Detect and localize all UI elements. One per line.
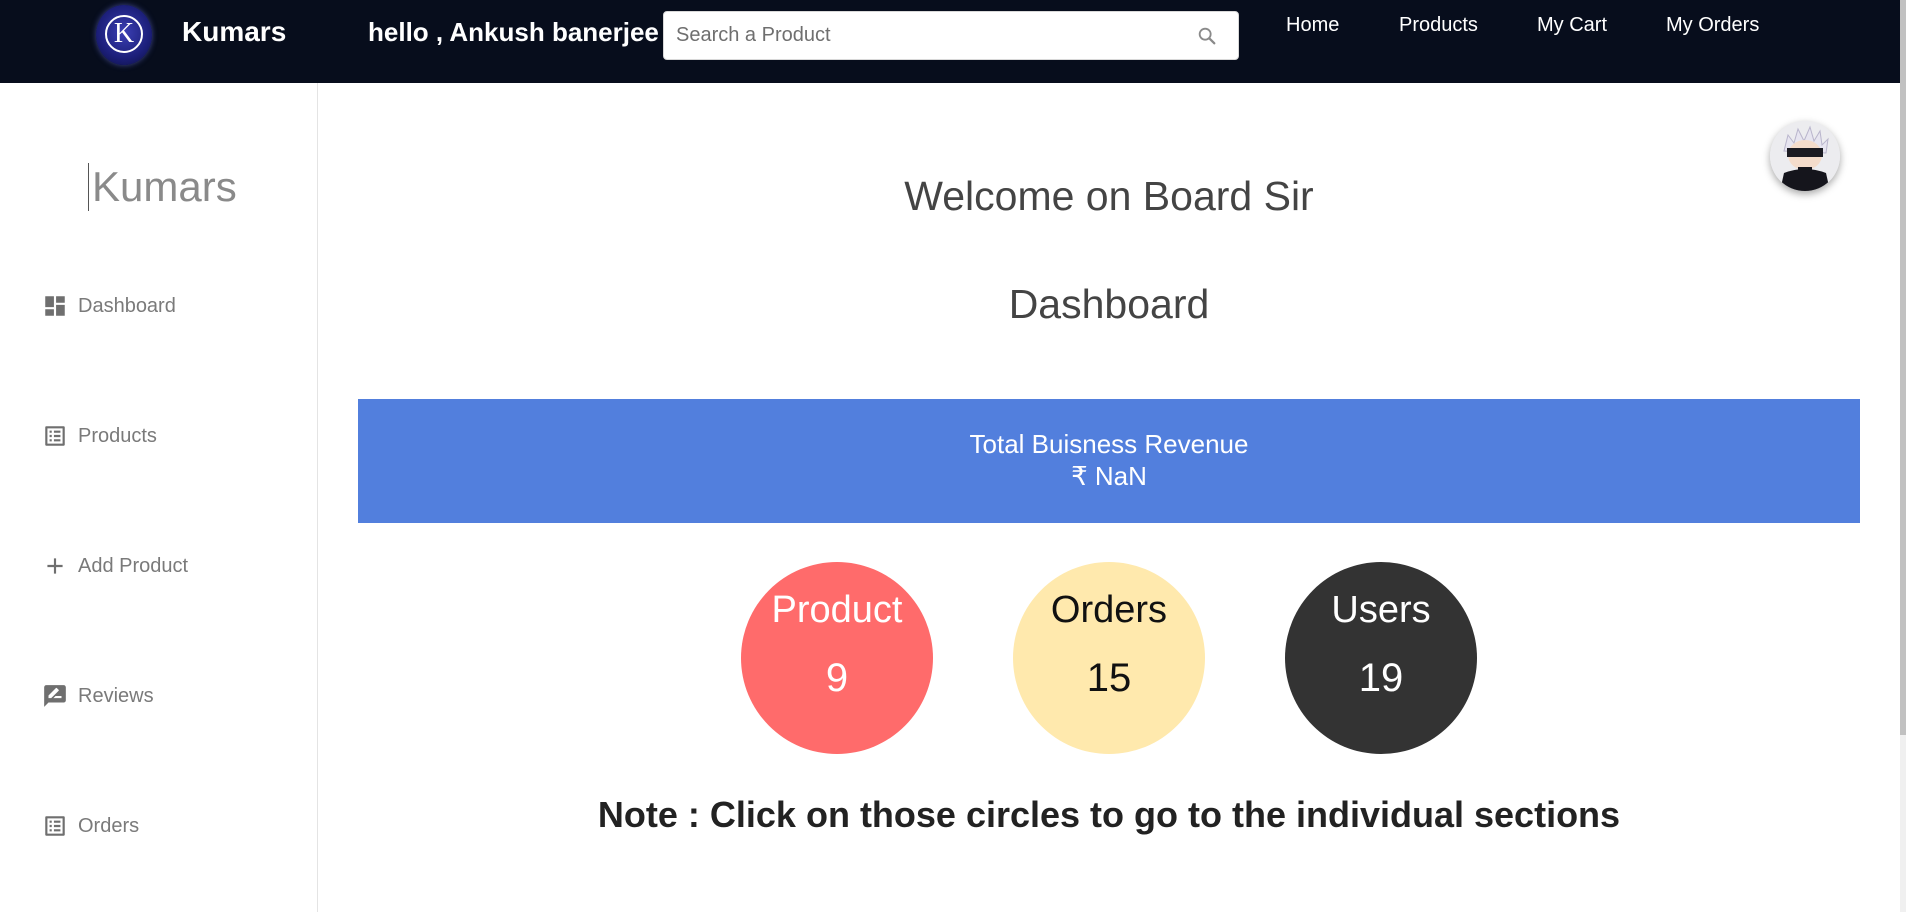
- sidebar-item-label: Dashboard: [78, 294, 176, 317]
- main-content: Welcome on Board Sir Dashboard Total Bui…: [318, 83, 1900, 912]
- stat-count: 19: [1358, 656, 1404, 700]
- stat-title: Orders: [1050, 589, 1168, 631]
- search-icon[interactable]: [1196, 25, 1218, 47]
- revenue-banner: Total Buisness Revenue ₹ NaN: [358, 399, 1860, 523]
- revenue-label: Total Buisness Revenue: [969, 429, 1249, 459]
- scrollbar-thumb[interactable]: [1900, 0, 1906, 735]
- top-navbar: K Kumars hello , Ankush banerjee Home Pr…: [0, 0, 1900, 83]
- sidebar-item-orders[interactable]: Orders: [42, 811, 139, 841]
- nav-home-link[interactable]: Home: [1286, 12, 1339, 38]
- sidebar-item-dashboard[interactable]: Dashboard: [42, 291, 176, 321]
- nav-cart-link[interactable]: My Cart: [1537, 12, 1607, 38]
- orders-stat-circle[interactable]: Orders 15: [1013, 562, 1205, 754]
- nav-orders-link[interactable]: My Orders: [1666, 12, 1759, 38]
- dashboard-icon: [45, 296, 65, 316]
- sidebar-item-label: Products: [78, 424, 157, 447]
- sidebar-item-label: Orders: [78, 814, 140, 837]
- revenue-value: ₹ NaN: [1071, 461, 1147, 491]
- users-stat-circle[interactable]: Users 19: [1285, 562, 1477, 754]
- stat-title: Users: [1331, 589, 1431, 631]
- nav-products-link[interactable]: Products: [1399, 12, 1478, 38]
- user-greeting: hello , Ankush banerjee: [368, 17, 659, 47]
- sidebar: Kumars Dashboard Products Add Product Re…: [0, 83, 318, 912]
- list-icon: [45, 426, 65, 446]
- logo[interactable]: K: [96, 5, 152, 65]
- product-stat-circle[interactable]: Product 9: [741, 562, 933, 754]
- sidebar-brand[interactable]: Kumars: [88, 163, 237, 211]
- page-title: Dashboard: [1008, 281, 1210, 327]
- brand-name[interactable]: Kumars: [182, 15, 286, 49]
- search-input[interactable]: [676, 12, 1176, 59]
- stat-count: 15: [1086, 656, 1132, 700]
- page-scrollbar[interactable]: [1900, 0, 1906, 912]
- stat-title: Product: [771, 589, 903, 631]
- stat-count: 9: [825, 656, 849, 700]
- welcome-heading: Welcome on Board Sir: [904, 173, 1314, 219]
- sidebar-item-products[interactable]: Products: [42, 421, 157, 451]
- sidebar-item-reviews[interactable]: Reviews: [42, 681, 154, 711]
- list-icon: [45, 816, 65, 836]
- rate-review-icon: [44, 685, 66, 707]
- sidebar-item-add-product[interactable]: Add Product: [42, 551, 188, 581]
- logo-letter: K: [113, 18, 135, 49]
- search-box: [663, 11, 1239, 60]
- add-icon: [47, 558, 63, 574]
- sidebar-item-label: Reviews: [78, 684, 154, 707]
- sidebar-item-label: Add Product: [78, 554, 189, 577]
- navigation-note: Note : Click on those circles to go to t…: [597, 794, 1621, 835]
